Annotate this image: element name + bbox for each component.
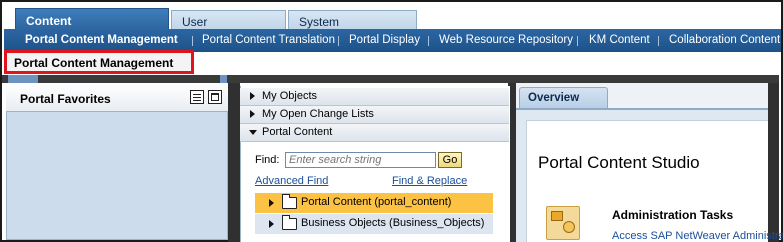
splitter-left[interactable]: [228, 83, 240, 242]
nav-web-resource-repository[interactable]: Web Resource Repository: [439, 29, 573, 52]
expand-arrow-icon: [250, 92, 255, 100]
search-input[interactable]: [285, 152, 436, 168]
secondary-navigation: Portal Content Management Portal Content…: [4, 29, 781, 52]
collapse-arrow-icon[interactable]: [220, 75, 227, 83]
nav-separator: [338, 36, 339, 46]
nav-separator: [658, 36, 659, 46]
nav-portal-content-management[interactable]: Portal Content Management: [25, 29, 178, 52]
window-edge: [768, 83, 779, 242]
administration-tasks-title: Administration Tasks: [612, 208, 734, 222]
page-title: Portal Content Management: [14, 56, 174, 70]
tree-item-label: Business Objects (Business_Objects): [301, 217, 485, 229]
advanced-find-link[interactable]: Advanced Find: [255, 175, 328, 187]
find-replace-link[interactable]: Find & Replace: [392, 175, 467, 187]
collapse-handle[interactable]: [8, 75, 38, 83]
maximize-icon[interactable]: [208, 90, 222, 104]
section-label: My Objects: [262, 90, 318, 102]
nav-portal-display[interactable]: Portal Display: [349, 29, 420, 52]
expand-arrow-icon: [250, 110, 255, 118]
section-label: Portal Content: [262, 126, 333, 138]
administration-tasks-icon[interactable]: [546, 206, 580, 240]
panel-separator-band: [2, 75, 779, 83]
expand-arrow-icon[interactable]: [269, 199, 274, 207]
tree-item-business-objects[interactable]: Business Objects (Business_Objects): [255, 214, 493, 234]
go-button[interactable]: Go: [438, 152, 462, 168]
expand-arrow-icon[interactable]: [269, 220, 274, 228]
section-my-open-change-lists[interactable]: My Open Change Lists: [240, 106, 509, 124]
tree-item-portal-content[interactable]: Portal Content (portal_content): [255, 193, 493, 213]
administration-tasks-link[interactable]: Access SAP NetWeaver Administrator: [612, 230, 783, 242]
section-my-objects[interactable]: My Objects: [240, 88, 509, 106]
nav-portal-content-translation[interactable]: Portal Content Translation: [202, 29, 335, 52]
portal-favorites-title: Portal Favorites: [20, 92, 111, 106]
tab-overview[interactable]: Overview: [519, 87, 608, 108]
top-tab-strip: Content Administration User Administrati…: [4, 6, 781, 53]
folder-icon: [282, 194, 297, 209]
section-portal-content[interactable]: Portal Content: [240, 124, 509, 142]
studio-title: Portal Content Studio: [538, 153, 700, 172]
nav-km-content[interactable]: KM Content: [589, 29, 650, 52]
collapse-arrow-icon: [249, 130, 257, 135]
find-label: Find:: [255, 154, 280, 166]
list-menu-icon[interactable]: [190, 90, 204, 104]
tree-item-label: Portal Content (portal_content): [301, 196, 452, 208]
section-label: My Open Change Lists: [262, 108, 374, 120]
nav-separator: [577, 36, 578, 46]
nav-separator: [428, 36, 429, 46]
folder-icon: [282, 215, 297, 230]
nav-collaboration-content[interactable]: Collaboration Content: [669, 29, 780, 52]
nav-separator: [192, 36, 193, 46]
